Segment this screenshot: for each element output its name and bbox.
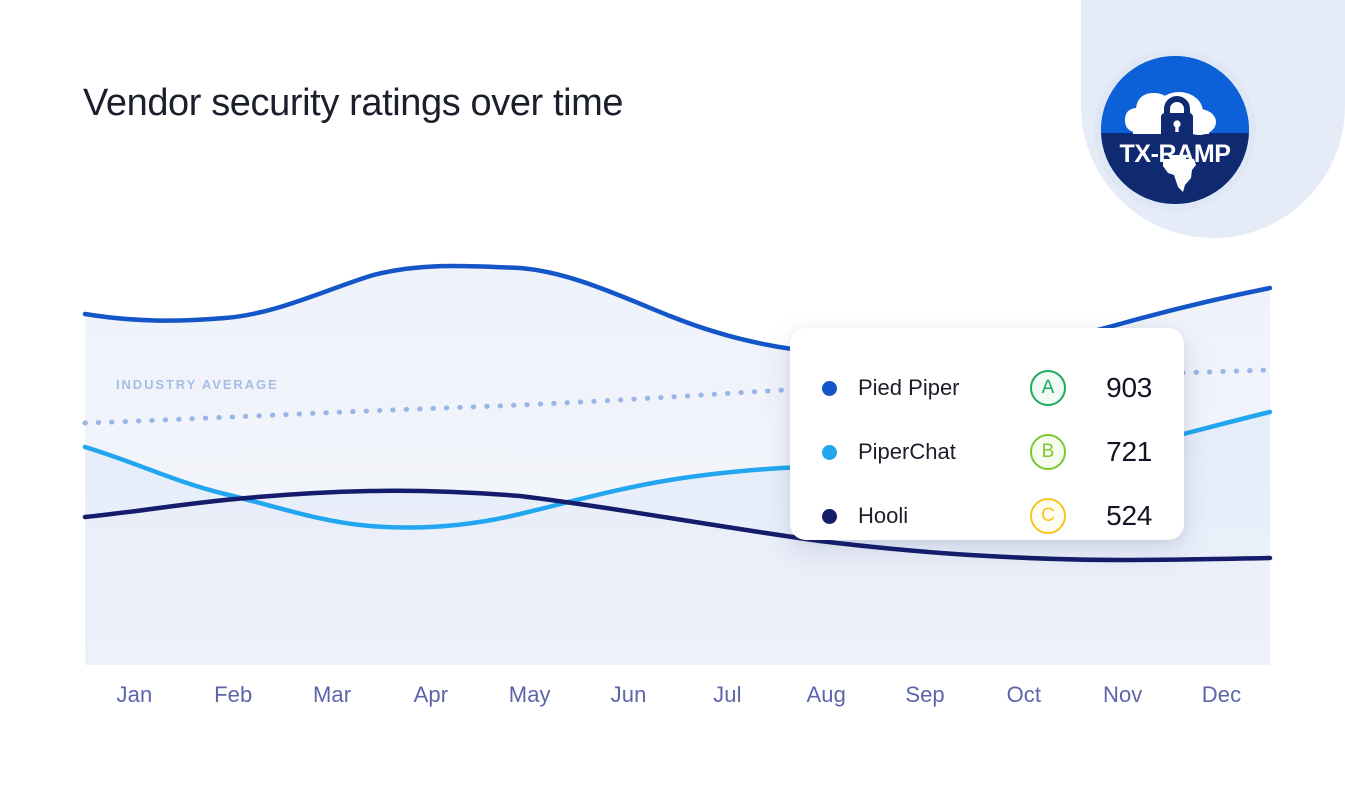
- series-dot-icon: [822, 508, 837, 524]
- series-dot-icon: [822, 444, 837, 460]
- chart-page: TX-RAMP Vendor security ratings over tim…: [0, 0, 1345, 800]
- grade-badge: B: [1030, 434, 1066, 470]
- x-tick-mar: Mar: [312, 682, 352, 707]
- x-tick-nov: Nov: [1102, 682, 1143, 707]
- x-tick-sep: Sep: [905, 682, 945, 707]
- tooltip-series-name: PiperChat: [858, 439, 956, 464]
- tooltip-score: 903: [1106, 372, 1152, 403]
- series-dot-icon: [822, 380, 837, 396]
- x-axis: Jan Feb Mar Apr May Jun Jul Aug Sep Oct …: [85, 682, 1271, 716]
- x-tick-jan: Jan: [116, 682, 153, 707]
- x-tick-may: May: [508, 682, 551, 707]
- x-tick-jun: Jun: [610, 682, 647, 707]
- industry-average-label: INDUSTRY AVERAGE: [116, 377, 279, 392]
- x-tick-oct: Oct: [1006, 682, 1042, 707]
- tooltip-score: 721: [1106, 436, 1152, 467]
- tooltip-series-name: Hooli: [858, 503, 909, 528]
- tooltip-row-piper-chat[interactable]: PiperChat B 721: [822, 420, 1152, 484]
- tooltip-score: 524: [1106, 500, 1152, 531]
- x-tick-dec: Dec: [1201, 682, 1242, 707]
- grade-badge: A: [1030, 370, 1066, 406]
- chart-tooltip-card: Pied Piper A 903 PiperChat B 721 Hooli C…: [790, 328, 1184, 540]
- x-tick-jul: Jul: [713, 682, 742, 707]
- x-tick-feb: Feb: [214, 682, 253, 707]
- x-tick-apr: Apr: [413, 682, 449, 707]
- tooltip-row-pied-piper[interactable]: Pied Piper A 903: [822, 356, 1152, 420]
- tooltip-series-name: Pied Piper: [858, 375, 960, 400]
- tooltip-row-hooli[interactable]: Hooli C 524: [822, 484, 1152, 548]
- x-tick-aug: Aug: [806, 682, 846, 707]
- grade-badge: C: [1030, 498, 1066, 534]
